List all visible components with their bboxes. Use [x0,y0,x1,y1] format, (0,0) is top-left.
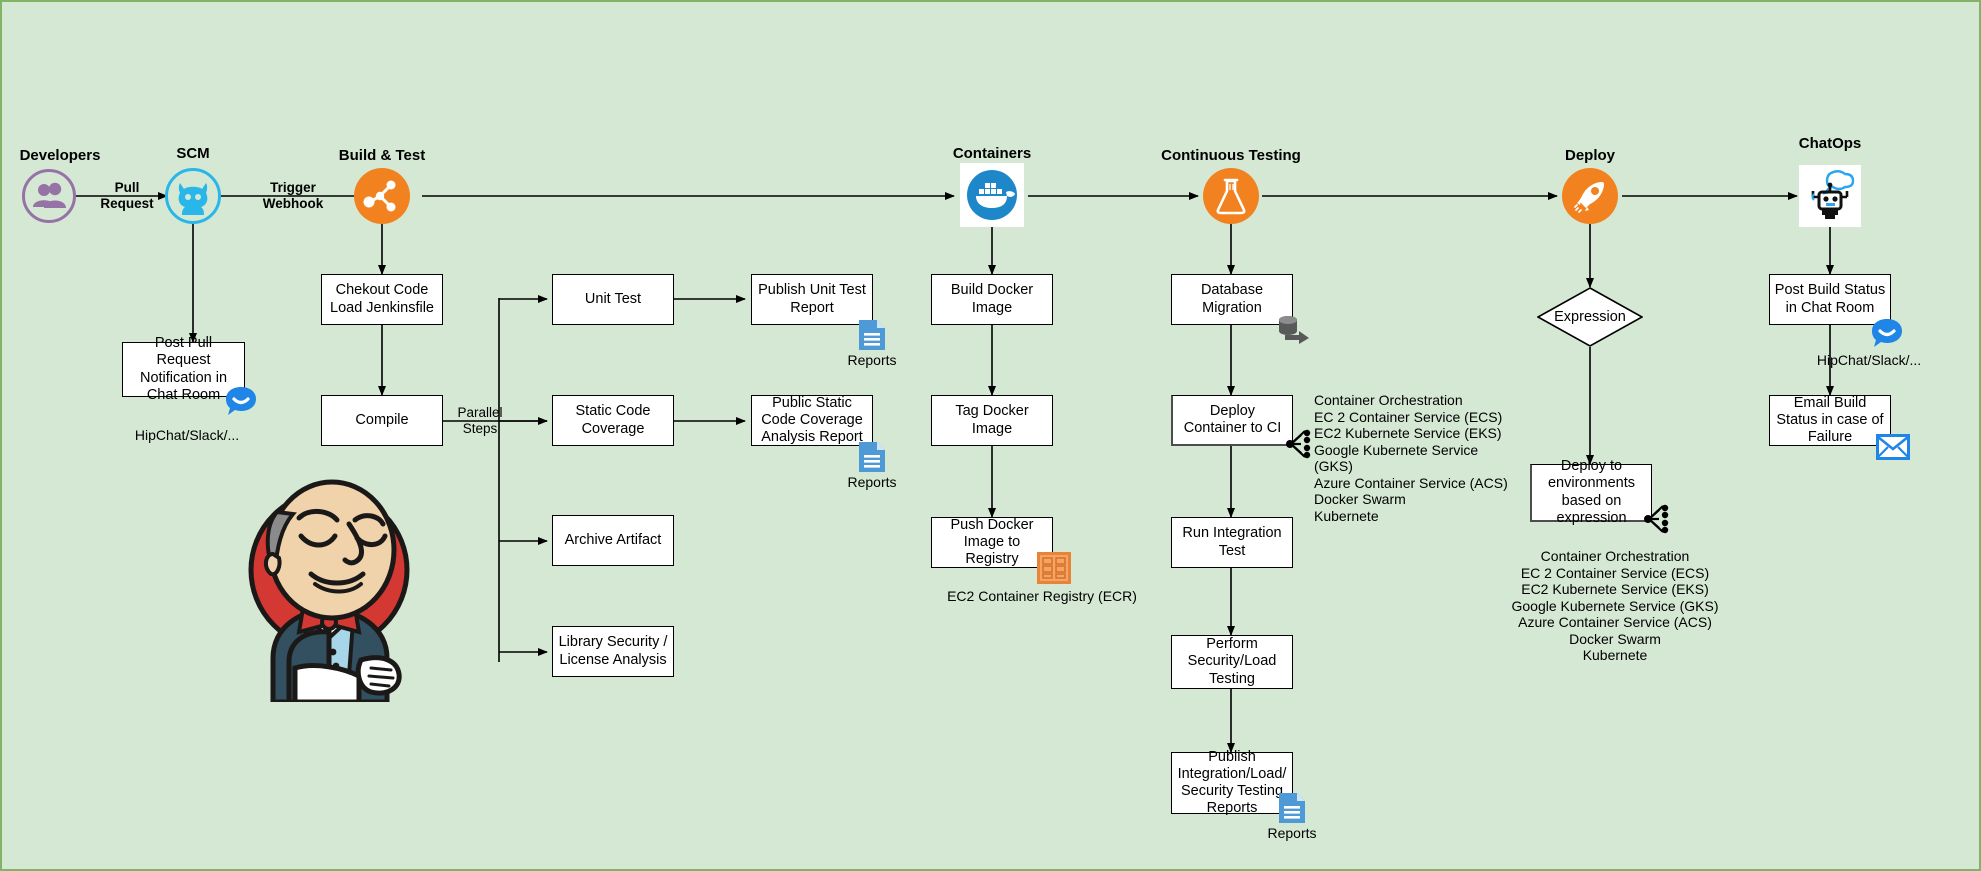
node-public-static-code-coverage-report[interactable]: Public Static Code Coverage Analysis Rep… [751,395,873,446]
edge-label-parallel-steps: Parallel Steps [445,405,515,436]
chatbot-icon [1799,165,1861,227]
document-report-icon-3 [1277,791,1307,825]
caption-hipchat-slack-scm: HipChat/Slack/... [134,427,240,443]
github-octocat-icon [165,168,221,224]
node-tag-docker-image[interactable]: Tag Docker Image [931,395,1053,446]
node-publish-testing-reports[interactable]: Publish Integration/Load/ Security Testi… [1171,749,1293,816]
node-publish-unit-test-report[interactable]: Publish Unit Test Report [751,274,873,325]
node-checkout-code[interactable]: Chekout Code Load Jenkinsfile [321,274,443,325]
stage-title-chatops: ChatOps [1798,135,1862,152]
edge-label-parallel-steps-text: Parallel Steps [457,405,503,436]
caption-ecr: EC2 Container Registry (ECR) [947,588,1137,605]
node-build-docker-image[interactable]: Build Docker Image [931,274,1053,325]
stage-title-containers: Containers [952,145,1032,162]
node-push-docker-image-to-registry[interactable]: Push Docker Image to Registry [931,517,1053,568]
node-deploy-to-environments[interactable]: Deploy to environments based on expressi… [1530,458,1652,526]
jenkins-butler-mascot-icon [237,462,427,705]
caption-reports-testing: Reports [1267,825,1317,841]
orchestration-fanout-icon-2 [1643,502,1677,536]
orchestration-note-testing: Container Orchestration EC 2 Container S… [1314,392,1508,524]
node-email-build-status[interactable]: Email Build Status in case of Failure [1769,395,1891,446]
stage-title-build-test: Build & Test [338,147,426,164]
node-library-security-license-analysis[interactable]: Library Security / License Analysis [552,626,674,677]
database-migration-icon [1277,314,1311,344]
ecr-registry-icon [1037,552,1071,584]
node-static-code-coverage[interactable]: Static Code Coverage [552,395,674,446]
document-report-icon [857,318,887,352]
envelope-icon [1876,434,1910,460]
node-compile[interactable]: Compile [321,395,443,446]
chat-bubble-icon-2 [1870,317,1904,349]
edge-label-pull-request: Pull Request [87,180,167,211]
caption-ecr-text: EC2 Container Registry (ECR) [947,588,1137,604]
document-report-icon-2 [857,440,887,474]
caption-hipchat-slack-chatops: HipChat/Slack/... [1816,352,1922,368]
flask-icon [1203,168,1259,224]
node-unit-test[interactable]: Unit Test [552,274,674,325]
stage-title-continuous-testing: Continuous Testing [1161,147,1301,164]
node-perform-security-load-testing[interactable]: Perform Security/Load Testing [1171,635,1293,689]
edge-label-pull-request-text: Pull Request [100,180,154,211]
caption-reports-static-code: Reports [847,474,897,490]
pipeline-diagram-canvas: Developers SCM Build & Test Containers C… [0,0,1981,871]
developers-icon [22,169,76,223]
rocket-icon [1562,168,1618,224]
caption-reports-unit-test: Reports [847,352,897,368]
node-database-migration[interactable]: Database Migration [1171,274,1293,325]
edge-label-trigger-webhook-text: Trigger Webhook [262,180,324,211]
stage-title-developers: Developers [19,147,101,164]
node-run-integration-test[interactable]: Run Integration Test [1171,517,1293,568]
docker-whale-icon [960,163,1024,227]
node-expression-label: Expression [1554,309,1626,325]
edge-label-trigger-webhook: Trigger Webhook [238,180,348,211]
node-archive-artifact[interactable]: Archive Artifact [552,515,674,566]
stage-title-deploy: Deploy [1564,147,1615,164]
node-expression-decision[interactable]: Expression [1537,287,1643,347]
chat-bubble-icon [224,385,258,417]
orchestration-note-deploy: Container Orchestration EC 2 Container S… [1511,548,1719,664]
jenkins-pipeline-icon [354,168,410,224]
node-deploy-container-to-ci[interactable]: Deploy Container to CI [1171,395,1293,446]
stage-title-scm: SCM [176,145,210,162]
